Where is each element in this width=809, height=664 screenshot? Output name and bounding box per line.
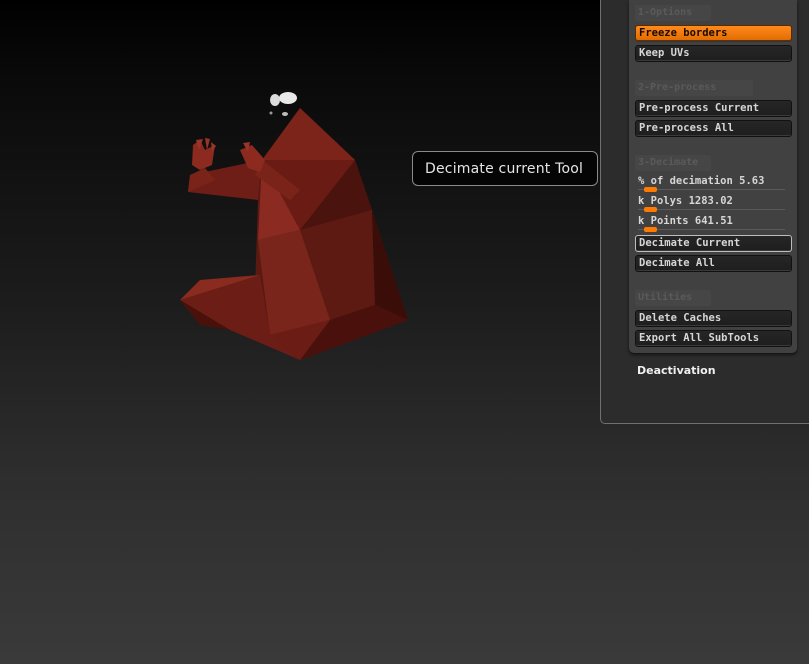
decimated-model[interactable] bbox=[0, 0, 600, 664]
k-points-slider[interactable]: k Points 641.51 bbox=[635, 214, 792, 232]
panel-body: 1-Options Freeze borders Keep UVs 2-Pre-… bbox=[629, 0, 797, 353]
decimate-all-button[interactable]: Decimate All bbox=[635, 255, 792, 272]
tooltip: Decimate current Tool bbox=[412, 151, 598, 186]
decimation-master-panel: 1-Options Freeze borders Keep UVs 2-Pre-… bbox=[600, 0, 809, 424]
preprocess-current-button[interactable]: Pre-process Current bbox=[635, 100, 792, 117]
keep-uvs-button[interactable]: Keep UVs bbox=[635, 45, 792, 62]
k-points-label: k Points 641.51 bbox=[638, 215, 733, 227]
percent-decimation-label: % of decimation 5.63 bbox=[638, 175, 765, 187]
decimate-current-button[interactable]: Decimate Current bbox=[635, 235, 792, 252]
slider-knob[interactable] bbox=[644, 187, 657, 192]
section-options-header[interactable]: 1-Options bbox=[635, 5, 711, 21]
section-utilities-header[interactable]: Utilities bbox=[635, 290, 711, 306]
k-polys-label: k Polys 1283.02 bbox=[638, 195, 733, 207]
slider-knob[interactable] bbox=[644, 207, 657, 212]
freeze-borders-button[interactable]: Freeze borders bbox=[635, 25, 792, 42]
section-preprocess-header[interactable]: 2-Pre-process bbox=[635, 80, 753, 96]
deactivation-button[interactable]: Deactivation bbox=[637, 364, 716, 377]
delete-caches-button[interactable]: Delete Caches bbox=[635, 310, 792, 327]
slider-track[interactable] bbox=[638, 229, 785, 230]
export-all-subtools-button[interactable]: Export All SubTools bbox=[635, 330, 792, 347]
percent-decimation-slider[interactable]: % of decimation 5.63 bbox=[635, 174, 792, 192]
k-polys-slider[interactable]: k Polys 1283.02 bbox=[635, 194, 792, 212]
3d-viewport[interactable] bbox=[0, 0, 600, 664]
slider-track[interactable] bbox=[638, 189, 785, 190]
slider-knob[interactable] bbox=[644, 227, 657, 232]
slider-track[interactable] bbox=[638, 209, 785, 210]
section-decimate-header[interactable]: 3-Decimate bbox=[635, 155, 711, 171]
preprocess-all-button[interactable]: Pre-process All bbox=[635, 120, 792, 137]
